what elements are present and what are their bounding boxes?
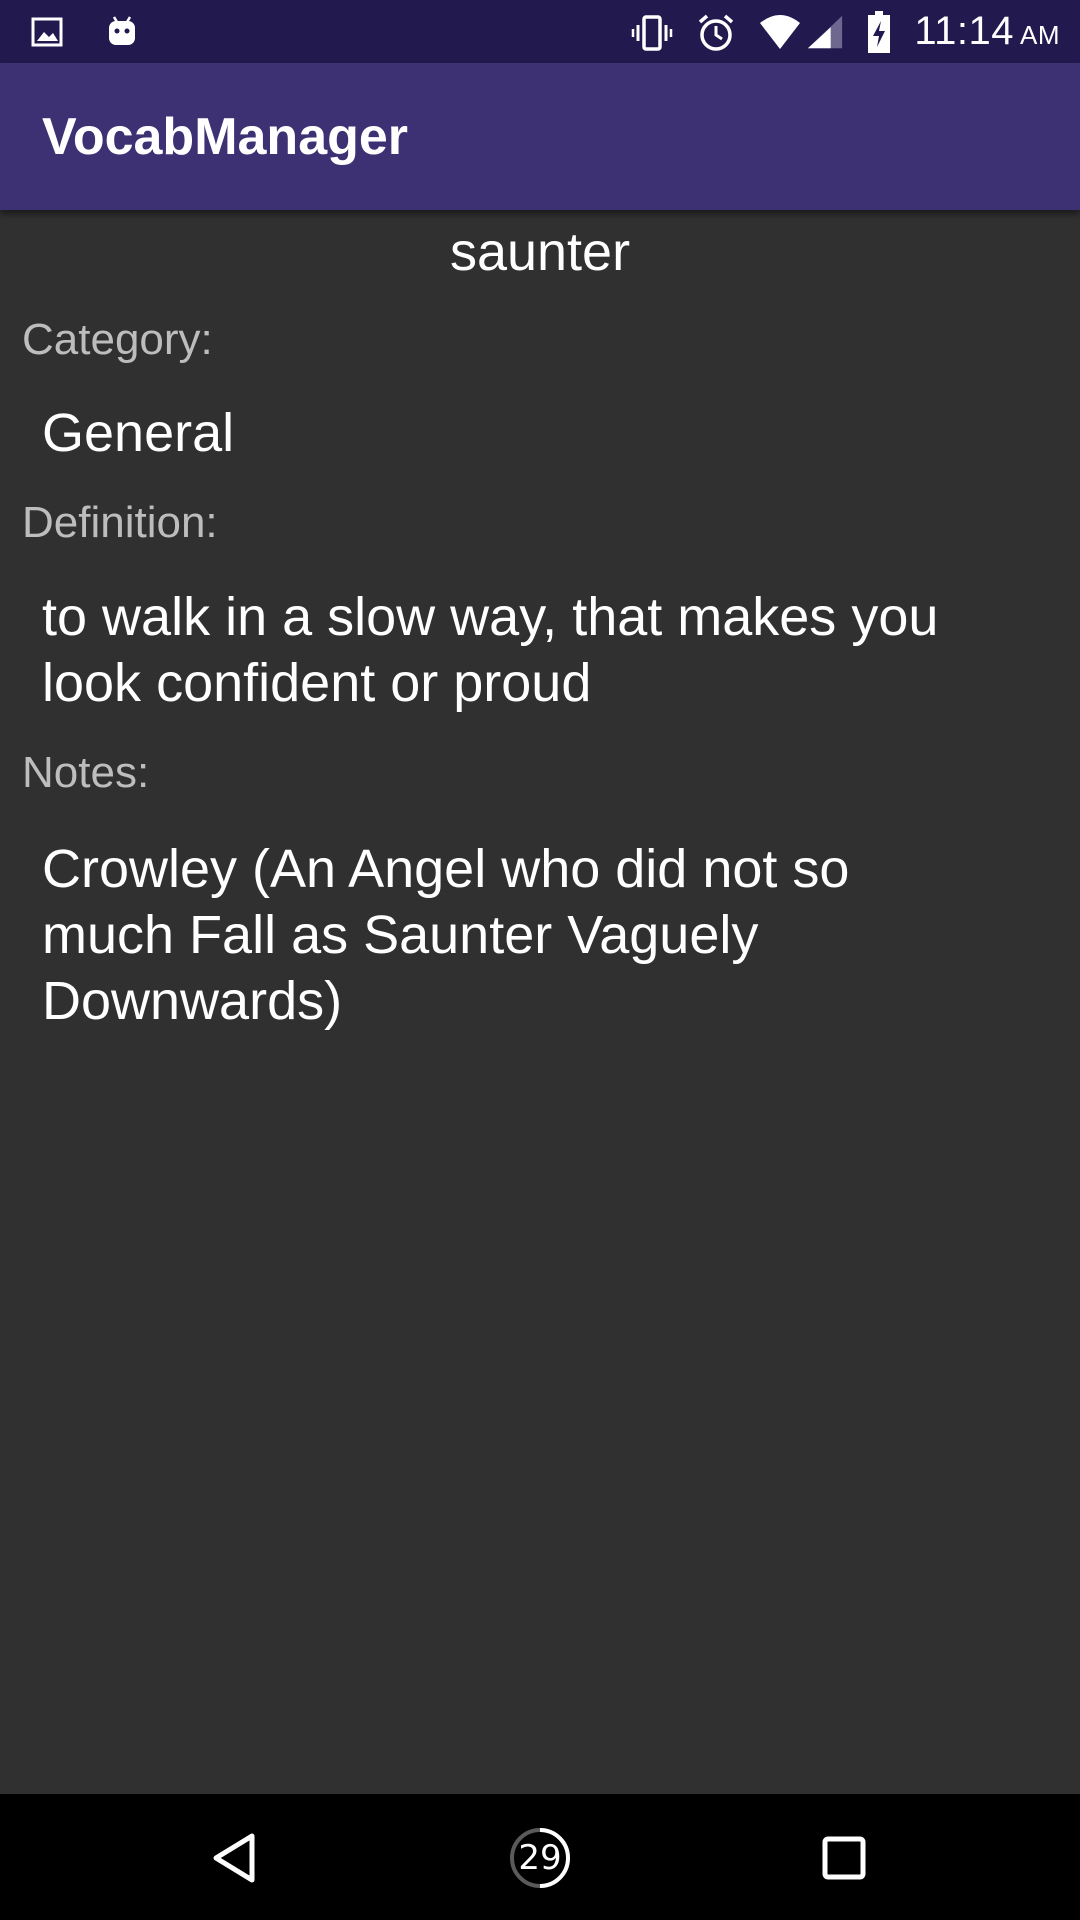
notes-label: Notes: bbox=[22, 748, 150, 797]
status-ampm: AM bbox=[1020, 20, 1060, 50]
definition-label: Definition: bbox=[22, 498, 218, 547]
status-bar: 11:14 AM bbox=[0, 0, 1080, 63]
home-badge: 29 bbox=[518, 1838, 562, 1878]
battery-charging-icon bbox=[868, 11, 891, 53]
notes-value: Crowley (An Angel who did not so much Fa… bbox=[42, 839, 850, 1031]
signal-icon bbox=[808, 15, 843, 49]
app-title: VocabManager bbox=[42, 108, 409, 166]
back-icon bbox=[213, 1833, 255, 1883]
word-title: saunter bbox=[449, 222, 631, 282]
status-left-icons bbox=[30, 12, 140, 52]
definition-value: to walk in a slow way, that makes you lo… bbox=[42, 587, 939, 713]
status-right-icons: 11:14 AM bbox=[630, 8, 1060, 58]
vibrate-icon bbox=[632, 15, 673, 51]
recents-button[interactable] bbox=[808, 1822, 880, 1894]
home-button[interactable]: 29 bbox=[504, 1822, 576, 1894]
nav-bar: 29 bbox=[0, 1794, 1080, 1920]
status-time: 11:14 bbox=[914, 9, 1014, 53]
recents-icon bbox=[822, 1836, 866, 1880]
alarm-icon bbox=[699, 14, 734, 51]
image-icon bbox=[31, 17, 63, 47]
back-button[interactable] bbox=[200, 1822, 272, 1894]
android-icon bbox=[109, 16, 135, 45]
app-bar: VocabManager bbox=[0, 63, 1080, 210]
category-label: Category: bbox=[22, 315, 213, 364]
wifi-icon bbox=[760, 15, 801, 49]
status-clock: 11:14 AM bbox=[914, 8, 1060, 58]
category-value: General bbox=[42, 403, 235, 463]
screen: 11:14 AM VocabManager saunter Category: G… bbox=[0, 0, 1080, 1920]
vocab-detail: saunter Category: General Definition: to… bbox=[0, 210, 1080, 1794]
